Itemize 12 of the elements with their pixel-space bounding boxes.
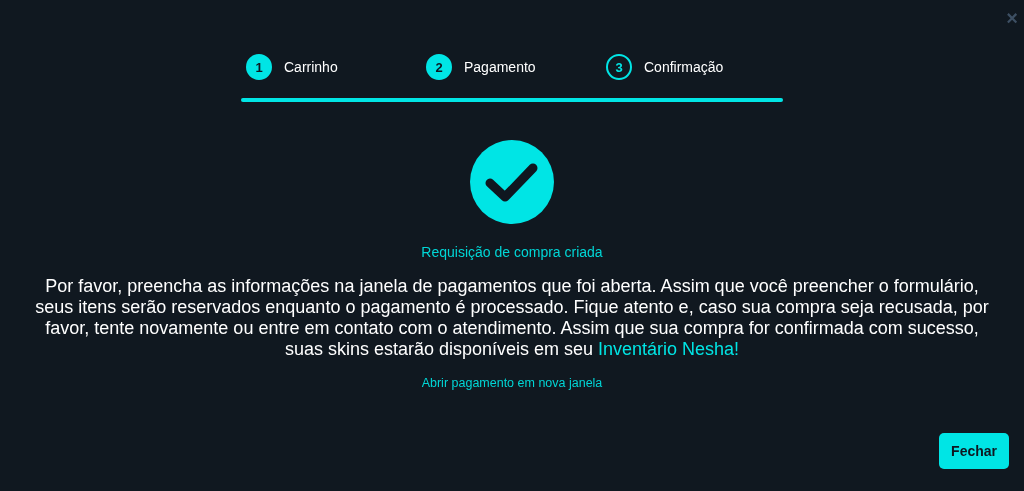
status-message: Por favor, preencha as informações na janela de pagamentos que foi aberta. Assim que você preencher o formulário, seus itens serão reservados enquanto o pagamento é processado. Fique atento e, caso sua compra seja recusada, por favor, tente novamente ou entre em contato com o atendimento. Assim que sua compra for confirmada com sucesso, suas skins estarão disponíveis em seu Inventário Nesha!	[34, 276, 990, 360]
step-label: Pagamento	[464, 59, 536, 75]
check-icon	[470, 140, 554, 224]
close-button[interactable]: Fechar	[939, 433, 1009, 469]
step-number: 3	[606, 54, 632, 80]
step-label: Carrinho	[284, 59, 338, 75]
status-title: Requisição de compra criada	[421, 244, 603, 260]
step-number: 2	[426, 54, 452, 80]
inventory-link[interactable]: Inventário Nesha!	[598, 339, 740, 359]
open-payment-link[interactable]: Abrir pagamento em nova janela	[421, 376, 603, 390]
step-label: Confirmação	[644, 59, 724, 75]
step-number: 1	[246, 54, 272, 80]
